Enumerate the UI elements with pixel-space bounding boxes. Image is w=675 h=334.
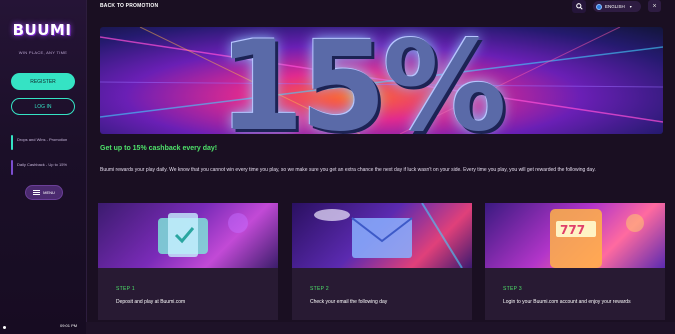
globe-icon	[596, 3, 602, 10]
step-3-image: 777	[485, 203, 665, 268]
step-title: STEP 2	[310, 286, 329, 292]
step-card-3: 777 STEP 3 Login to your Buumi.com accou…	[485, 203, 665, 320]
menu-button[interactable]: MENU	[25, 185, 63, 200]
start-icon[interactable]	[3, 326, 6, 329]
sidebar-item-daily-cashback[interactable]: Daily Cashback - Up to 15%	[11, 160, 81, 175]
sidebar-item-label: Daily Cashback - Up to 15%	[17, 162, 68, 167]
menu-label: MENU	[43, 190, 55, 195]
close-button[interactable]: ×	[648, 0, 661, 12]
sidebar-item-label: Drops and Wins - Promotion	[17, 137, 68, 142]
search-icon	[575, 3, 583, 10]
buumi-logo[interactable]: BUUMI	[12, 21, 72, 39]
step-title: STEP 1	[116, 286, 135, 292]
step-1-image	[98, 203, 278, 268]
taskbar-clock: 09:01 PM	[60, 323, 78, 328]
step-text: Login to your Buumi.com account and enjo…	[503, 299, 631, 305]
hamburger-icon	[33, 190, 41, 195]
close-icon: ×	[652, 2, 657, 10]
active-indicator	[11, 135, 13, 150]
svg-text:777: 777	[560, 223, 585, 237]
sidebar: BUUMI WIN PLACE, ANY TIME REGISTER LOG I…	[0, 0, 87, 334]
taskbar-strip	[86, 322, 675, 334]
step-text: Check your email the following day	[310, 299, 388, 305]
promotion-description: Buumi rewards your play daily. We know t…	[100, 167, 596, 173]
language-label: ENGLISH	[605, 4, 625, 9]
step-card-2: STEP 2 Check your email the following da…	[292, 203, 472, 320]
hero-percent-text: 15%	[218, 27, 507, 134]
logo-tagline: WIN PLACE, ANY TIME	[18, 50, 68, 55]
hero-banner: 15%	[100, 27, 663, 134]
promotion-headline: Get up to 15% cashback every day!	[100, 145, 218, 152]
login-button[interactable]: LOG IN	[11, 98, 75, 115]
step-title: STEP 3	[503, 286, 522, 292]
step-card-1: STEP 1 Deposit and play at Buumi.com	[98, 203, 278, 320]
chevron-down-icon: ▾	[629, 4, 632, 9]
register-button[interactable]: REGISTER	[11, 73, 75, 90]
search-button[interactable]	[572, 0, 586, 13]
back-to-promotion-link[interactable]: BACK TO PROMOTION	[100, 3, 158, 9]
step-text: Deposit and play at Buumi.com	[116, 299, 186, 305]
active-indicator	[11, 160, 13, 175]
language-selector[interactable]: ENGLISH ▾	[593, 1, 641, 12]
sidebar-item-drops-and-wins[interactable]: Drops and Wins - Promotion	[11, 135, 81, 150]
step-2-image	[292, 203, 472, 269]
